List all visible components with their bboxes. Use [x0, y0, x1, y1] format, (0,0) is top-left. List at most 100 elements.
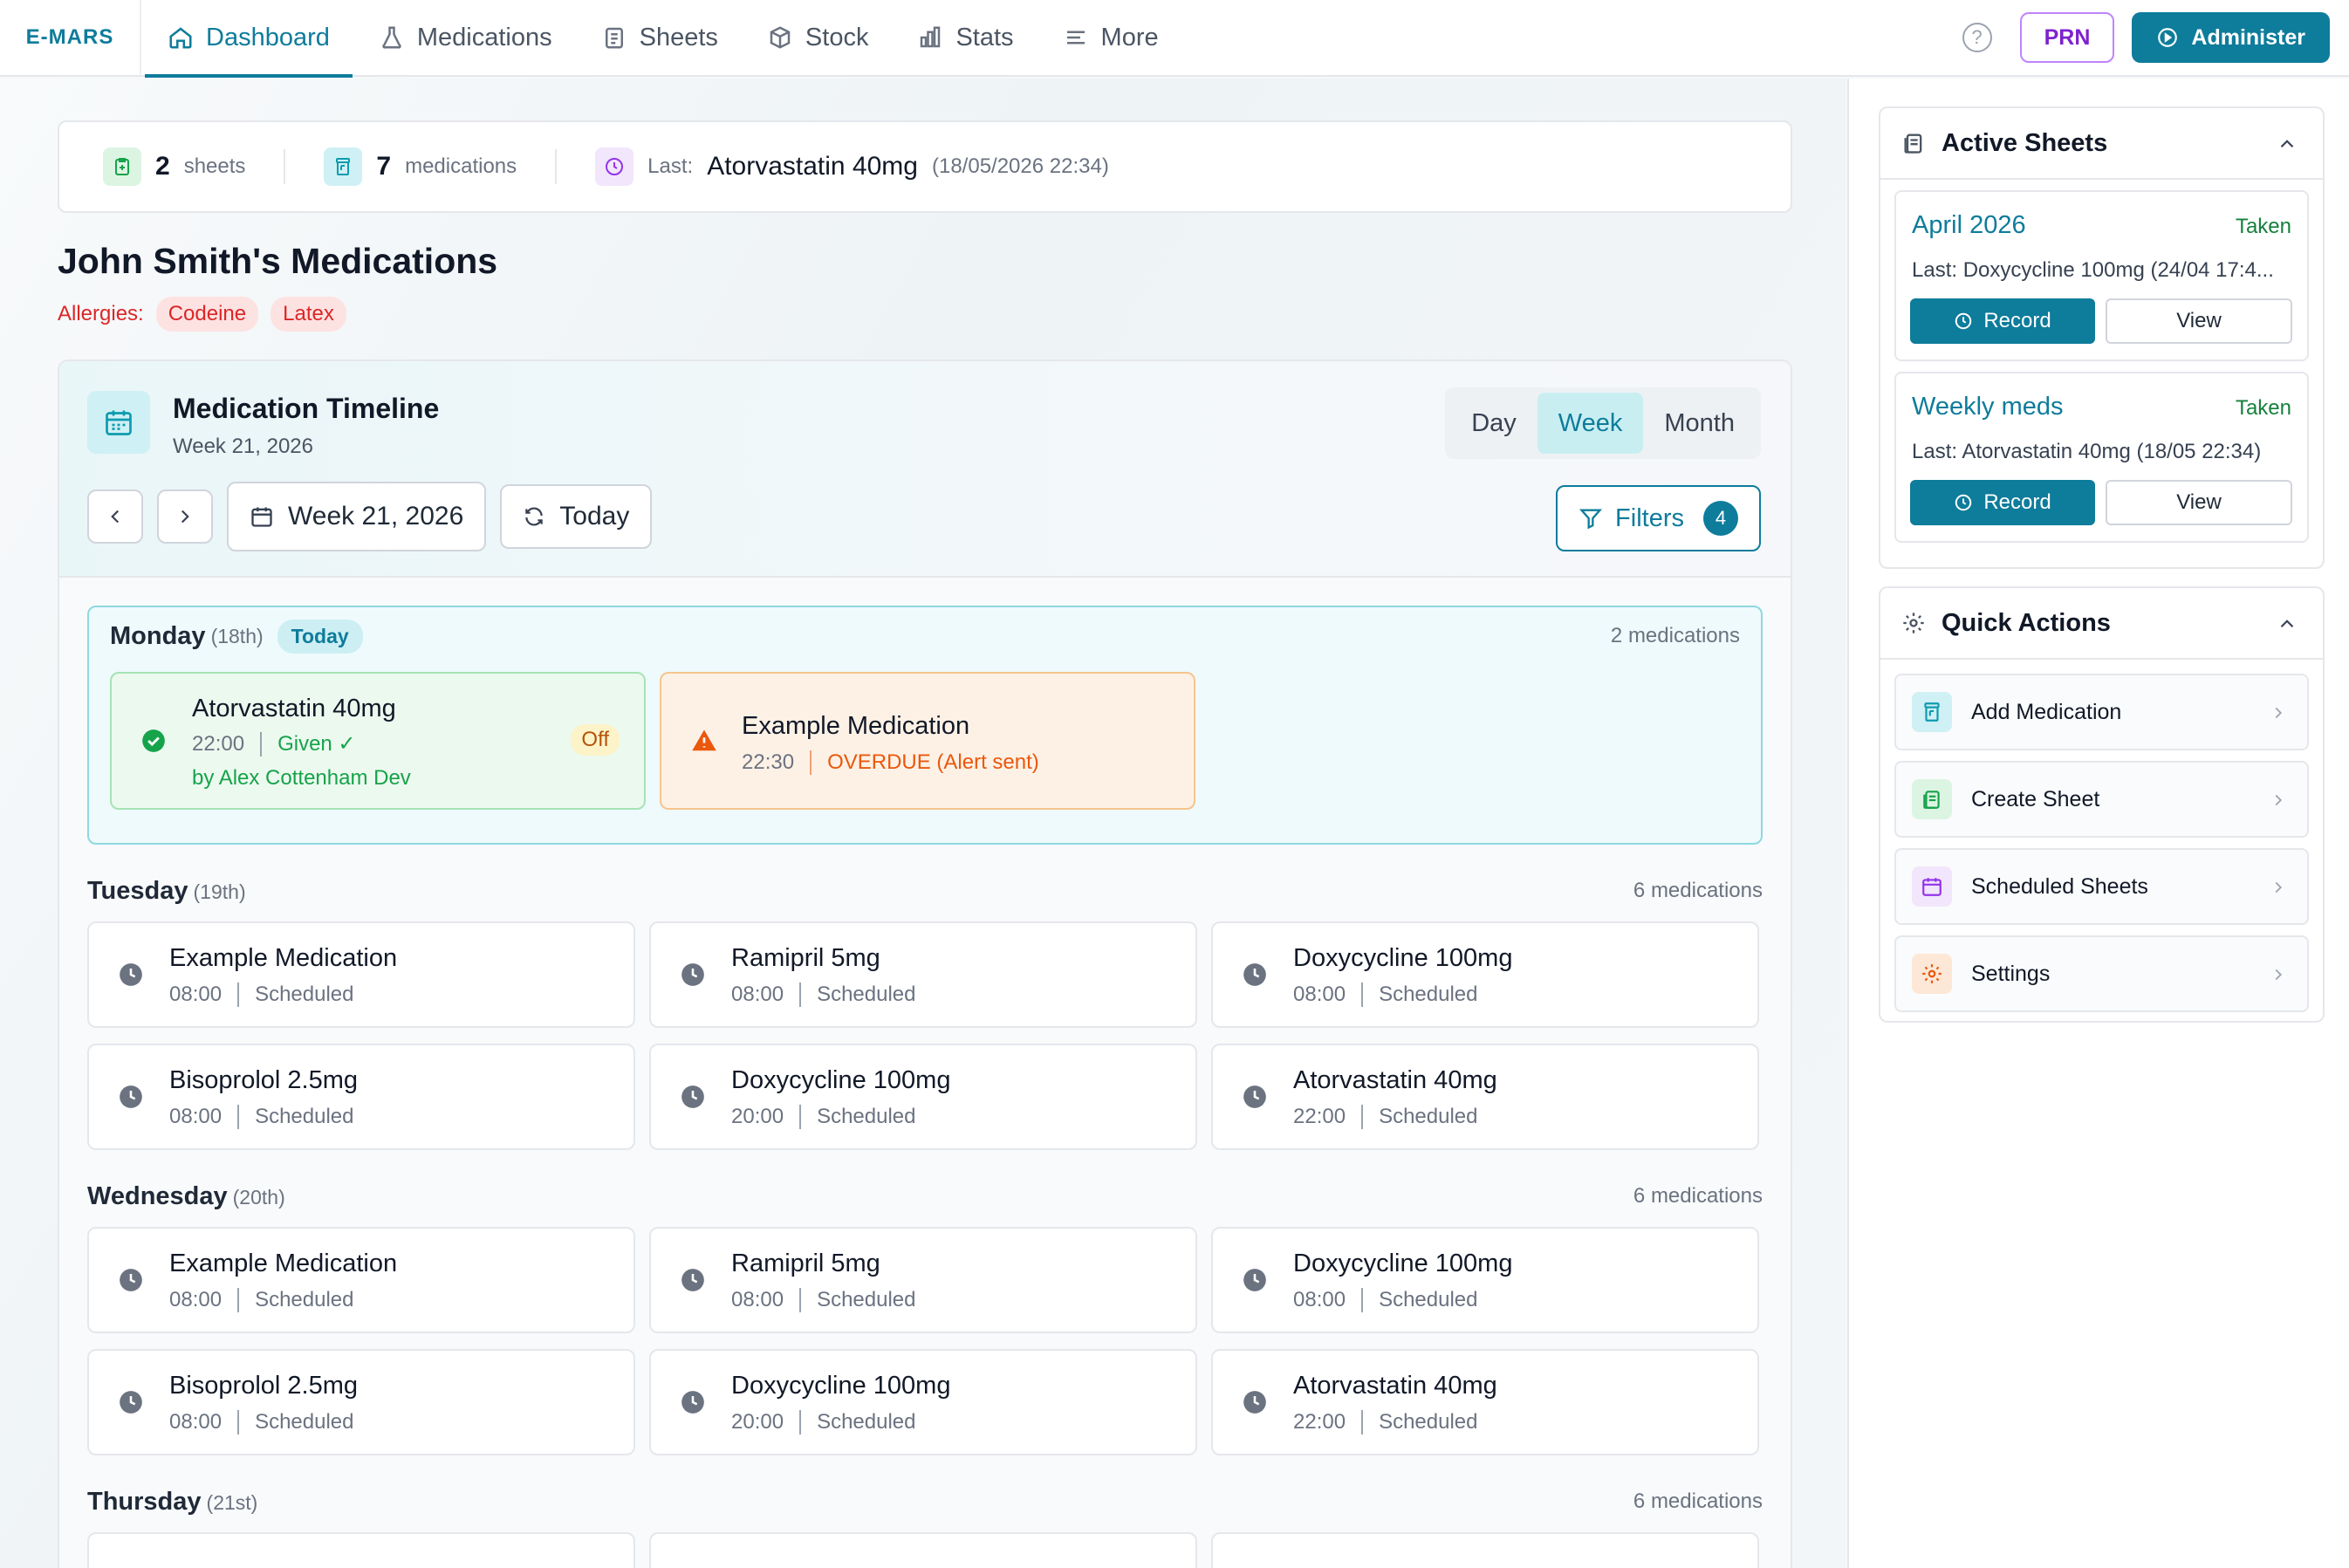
- medication-card[interactable]: Doxycycline 100mg 08:00 Scheduled: [1211, 1227, 1759, 1333]
- sheet-name[interactable]: Weekly meds: [1912, 393, 2064, 421]
- quick-action-scheduled-sheets[interactable]: Scheduled Sheets: [1894, 848, 2309, 925]
- menu-icon: [1066, 31, 1085, 45]
- sheet-name[interactable]: April 2026: [1912, 211, 2026, 240]
- medication-time: 08:00: [169, 1410, 223, 1434]
- view-month-button[interactable]: Month: [1643, 393, 1756, 454]
- medication-name: Example Medication: [742, 712, 970, 740]
- nav-tab-dashboard[interactable]: Dashboard: [143, 0, 354, 78]
- medication-card[interactable]: Atorvastatin 40mg 22:00 Scheduled: [1211, 1349, 1759, 1455]
- off-badge: Off: [571, 724, 620, 756]
- quick-action-create-sheet[interactable]: Create Sheet: [1894, 761, 2309, 838]
- sheet-status: Taken: [2235, 215, 2291, 238]
- medication-card[interactable]: Example Medication 08:00 Scheduled: [87, 1227, 635, 1333]
- brand-logo[interactable]: E-MARS: [0, 0, 141, 76]
- view-button[interactable]: View: [2106, 298, 2292, 344]
- chevron-right-icon: [2275, 707, 2283, 719]
- active-sheets-header[interactable]: Active Sheets: [1880, 108, 2323, 180]
- divider: [284, 149, 286, 184]
- medication-card-overdue[interactable]: Example Medication 22:30 OVERDUE (Alert …: [660, 672, 1195, 810]
- medication-card[interactable]: [1211, 1532, 1759, 1568]
- summary-medications: 7 medications: [324, 147, 517, 186]
- sheet-card: Weekly meds Taken Last: Atorvastatin 40m…: [1894, 372, 2309, 543]
- timeline-header: Medication Timeline Week 21, 2026 Day We…: [59, 361, 1791, 578]
- medication-card[interactable]: [649, 1532, 1197, 1568]
- nav-tab-sheets[interactable]: Sheets: [577, 0, 743, 76]
- chevron-left-icon: [111, 510, 120, 524]
- quick-action-label: Settings: [1971, 961, 2051, 986]
- quick-actions-panel: Quick Actions Add Medication Create Shee…: [1879, 586, 2325, 1023]
- divider: [1361, 1410, 1364, 1434]
- medication-time: 22:00: [1293, 1410, 1346, 1434]
- divider: [799, 983, 802, 1007]
- medication-status: Scheduled: [1379, 983, 1478, 1006]
- pill-bottle-icon: [1912, 692, 1952, 732]
- medication-name: Bisoprolol 2.5mg: [169, 1066, 358, 1094]
- prn-button[interactable]: PRN: [2019, 12, 2115, 63]
- medication-card[interactable]: Doxycycline 100mg 20:00 Scheduled: [649, 1349, 1197, 1455]
- week-picker-button[interactable]: Week 21, 2026: [227, 482, 487, 551]
- last-label: Last:: [647, 154, 694, 178]
- chevron-up-icon[interactable]: [2276, 613, 2298, 635]
- sheets-count: 2: [155, 152, 170, 181]
- day-section-wednesday: Wednesday (20th) 6 medications Example Me…: [87, 1166, 1763, 1455]
- box-icon: [770, 26, 791, 49]
- day-name: Wednesday: [87, 1181, 228, 1210]
- chevron-up-icon[interactable]: [2276, 133, 2298, 155]
- medication-meta: 08:00 Scheduled: [1293, 1288, 1478, 1312]
- day-header: Tuesday (19th) 6 medications: [87, 860, 1763, 921]
- given-by: by Alex Cottenham Dev: [192, 766, 411, 790]
- divider: [237, 983, 240, 1007]
- administer-button[interactable]: Administer: [2132, 12, 2330, 63]
- next-week-button[interactable]: [157, 490, 213, 544]
- view-day-button[interactable]: Day: [1450, 393, 1537, 454]
- quick-actions-header[interactable]: Quick Actions: [1880, 588, 2323, 660]
- divider: [799, 1288, 802, 1312]
- clock-filled-icon: [120, 1391, 142, 1414]
- clock-filled-icon: [681, 1085, 704, 1108]
- clock-filled-icon: [120, 963, 142, 986]
- nav-tab-more[interactable]: More: [1038, 0, 1183, 76]
- clock-icon: [595, 147, 634, 186]
- filters-button[interactable]: Filters 4: [1556, 485, 1761, 551]
- nav-tab-medications[interactable]: Medications: [354, 0, 577, 76]
- nav-actions: ? PRN Administer: [1962, 12, 2330, 63]
- medication-meta: 08:00 Scheduled: [1293, 983, 1478, 1007]
- sheets-icon: [1904, 134, 1922, 154]
- medication-card[interactable]: Bisoprolol 2.5mg 08:00 Scheduled: [87, 1349, 635, 1455]
- view-week-button[interactable]: Week: [1537, 393, 1644, 454]
- medication-card-given[interactable]: Atorvastatin 40mg 22:00 Given ✓ by Alex …: [110, 672, 646, 810]
- medication-meta: 20:00 Scheduled: [731, 1410, 916, 1434]
- clock-icon: [1955, 312, 1972, 330]
- clock-icon: [1955, 494, 1972, 511]
- previous-week-button[interactable]: [87, 490, 143, 544]
- medication-card[interactable]: Ramipril 5mg 08:00 Scheduled: [649, 1227, 1197, 1333]
- medication-meta: 08:00 Scheduled: [169, 1288, 354, 1312]
- medication-card[interactable]: Atorvastatin 40mg 22:00 Scheduled: [1211, 1044, 1759, 1150]
- medication-card[interactable]: Bisoprolol 2.5mg 08:00 Scheduled: [87, 1044, 635, 1150]
- medication-card[interactable]: Doxycycline 100mg 08:00 Scheduled: [1211, 921, 1759, 1028]
- clock-filled-icon: [1243, 1391, 1266, 1414]
- view-button[interactable]: View: [2106, 480, 2292, 525]
- medication-card[interactable]: [87, 1532, 635, 1568]
- medication-card[interactable]: Example Medication 08:00 Scheduled: [87, 921, 635, 1028]
- today-button[interactable]: Today: [500, 484, 653, 549]
- quick-action-settings[interactable]: Settings: [1894, 935, 2309, 1012]
- medication-card[interactable]: Ramipril 5mg 08:00 Scheduled: [649, 921, 1197, 1028]
- record-button[interactable]: Record: [1910, 298, 2095, 344]
- medication-grid: Example Medication 08:00 Scheduled Ramipril…: [87, 921, 1763, 1150]
- nav-tab-stats[interactable]: Stats: [893, 0, 1038, 76]
- record-button[interactable]: Record: [1910, 480, 2095, 525]
- administer-label: Administer: [2191, 24, 2305, 50]
- nav-tab-stock[interactable]: Stock: [743, 0, 894, 76]
- help-icon[interactable]: ?: [1962, 23, 1992, 52]
- medication-name: Atorvastatin 40mg: [1293, 1372, 1497, 1400]
- divider: [237, 1288, 240, 1312]
- medication-time: 08:00: [169, 1105, 223, 1128]
- nav-tab-label: Stats: [955, 23, 1014, 51]
- divider: [1361, 983, 1364, 1007]
- medication-status: Scheduled: [817, 983, 916, 1006]
- quick-action-add-medication[interactable]: Add Medication: [1894, 674, 2309, 750]
- medication-name: Ramipril 5mg: [731, 1250, 880, 1277]
- medication-time: 22:30: [742, 750, 795, 774]
- medication-card[interactable]: Doxycycline 100mg 20:00 Scheduled: [649, 1044, 1197, 1150]
